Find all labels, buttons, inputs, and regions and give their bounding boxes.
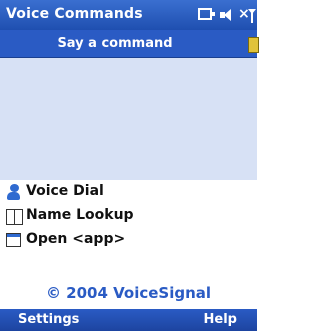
prompt-bar: Say a command <box>0 30 259 58</box>
battery-icon <box>198 8 215 20</box>
window-icon <box>6 232 22 248</box>
status-icons: × <box>198 6 257 24</box>
help-softkey[interactable]: Help <box>204 312 237 327</box>
listening-area <box>0 58 257 180</box>
command-open-app[interactable]: Open <app> <box>6 230 246 252</box>
prompt-text: Say a command <box>57 36 173 51</box>
command-label: Voice Dial <box>26 183 104 199</box>
voice-commands-screen: Voice Commands × Say a command Voice Dia… <box>0 0 259 331</box>
person-icon <box>6 184 22 200</box>
command-label: Open <app> <box>26 231 126 247</box>
command-name-lookup[interactable]: Name Lookup <box>6 206 246 228</box>
command-voice-dial[interactable]: Voice Dial <box>6 182 246 204</box>
signal-icon <box>248 9 258 23</box>
command-label: Name Lookup <box>26 207 134 223</box>
copyright-text: © 2004 VoiceSignal <box>45 284 212 302</box>
speaker-icon <box>220 9 236 21</box>
title-bar: Voice Commands × <box>0 0 257 30</box>
app-title: Voice Commands <box>6 6 143 22</box>
settings-softkey[interactable]: Settings <box>18 312 79 327</box>
microphone-icon <box>248 37 259 53</box>
softkey-bar: Settings Help <box>0 309 257 331</box>
book-icon <box>6 208 23 225</box>
